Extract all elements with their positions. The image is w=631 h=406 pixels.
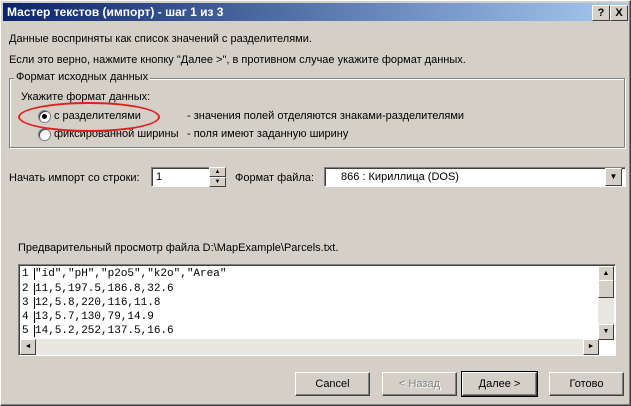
chevron-down-icon: ▼ [609, 172, 618, 181]
preview-horizontal-scrollbar[interactable]: ◄ ► [20, 339, 599, 355]
annotation-ellipse [18, 102, 160, 132]
help-button[interactable]: ? [592, 5, 610, 21]
fixed-width-description: - поля имеют заданную ширину [187, 128, 349, 140]
file-format-value: 866 : Кириллица (DOS) [341, 171, 459, 183]
file-format-dropdown-button[interactable]: ▼ [605, 168, 622, 186]
import-start-field[interactable]: 1 [151, 167, 211, 187]
intro-line-1: Данные восприняты как список значений с … [9, 33, 312, 45]
preview-pane[interactable]: 1 "id","pH","p2o5","k2o","Area" 2 11,5,197… [18, 264, 616, 356]
text-import-wizard-dialog: Мастер текстов (импорт) - шаг 1 из 3 ? X… [0, 0, 631, 406]
import-start-value: 1 [156, 171, 163, 183]
file-format-label: Формат файла: [235, 172, 315, 184]
cancel-button[interactable]: Cancel [295, 372, 370, 396]
next-button[interactable]: Далее > [461, 371, 538, 397]
delimited-description: - значения полей отделяются знаками-разд… [187, 110, 465, 122]
spin-down-button[interactable]: ▼ [209, 177, 226, 187]
file-format-select[interactable]: 866 : Кириллица (DOS) [324, 167, 626, 187]
arrow-up-icon: ▲ [602, 270, 610, 277]
preview-row: 2 11,5,197.5,186.8,32.6 [22, 283, 174, 295]
preview-row: 1 "id","pH","p2o5","k2o","Area" [22, 268, 227, 280]
scroll-down-button[interactable]: ▼ [598, 324, 614, 340]
format-group-label: Формат исходных данных [14, 71, 151, 83]
intro-line-2: Если это верно, нажмите кнопку "Далее >"… [9, 54, 466, 66]
arrow-right-icon: ► [587, 343, 595, 350]
vertical-scroll-thumb[interactable] [598, 280, 614, 298]
window-title: Мастер текстов (импорт) - шаг 1 из 3 [7, 5, 224, 19]
scroll-left-button[interactable]: ◄ [20, 339, 36, 355]
preview-row: 5 14,5.2,252,137.5,16.6 [22, 325, 174, 337]
import-start-label: Начать импорт со строки: [9, 172, 140, 184]
preview-row: 4 13,5.7,130,79,14.9 [22, 311, 154, 323]
arrow-down-icon: ▼ [602, 328, 610, 335]
finish-button[interactable]: Готово [549, 372, 624, 396]
preview-vertical-scrollbar[interactable]: ▲ ▼ [598, 266, 614, 340]
radio-fixed-width[interactable] [38, 128, 51, 141]
close-button[interactable]: X [610, 5, 628, 21]
title-bar[interactable]: Мастер текстов (импорт) - шаг 1 из 3 ? X [3, 3, 628, 21]
preview-title: Предварительный просмотр файла D:\MapExa… [18, 242, 339, 254]
spin-up-button[interactable]: ▲ [209, 167, 226, 177]
preview-row: 3 12,5.8,220,116,11.8 [22, 297, 161, 309]
scroll-right-button[interactable]: ► [583, 339, 599, 355]
back-button[interactable]: < Назад [382, 372, 457, 396]
arrow-left-icon: ◄ [24, 343, 32, 350]
